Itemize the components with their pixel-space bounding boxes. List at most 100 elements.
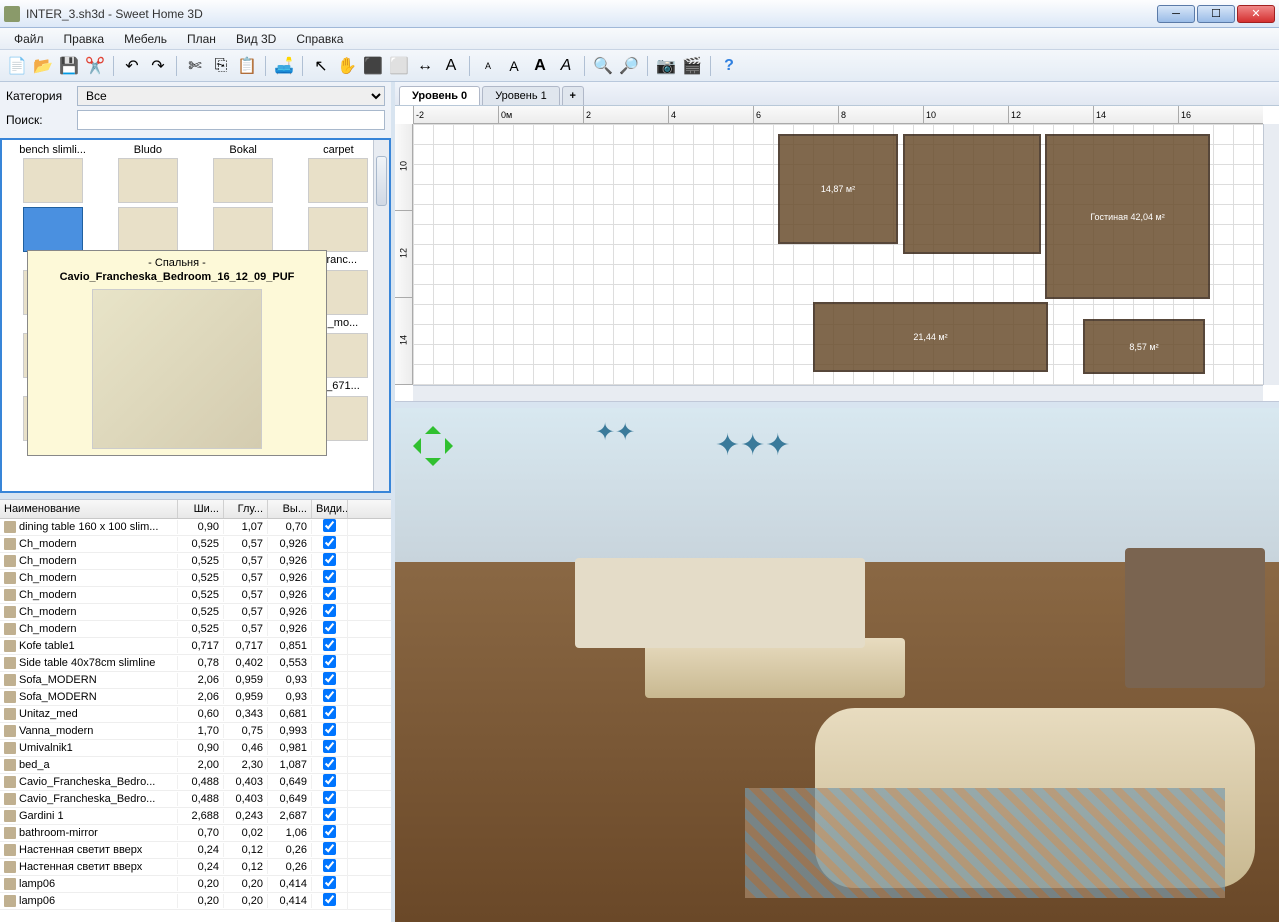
- visibility-checkbox[interactable]: [323, 791, 336, 804]
- visibility-checkbox[interactable]: [323, 706, 336, 719]
- catalog-item[interactable]: bench slimli...: [6, 144, 99, 205]
- minimize-button[interactable]: ─: [1157, 5, 1195, 23]
- help-icon[interactable]: ?: [718, 55, 740, 77]
- maximize-button[interactable]: ☐: [1197, 5, 1235, 23]
- cut-icon[interactable]: ✄: [184, 55, 206, 77]
- table-row[interactable]: Unitaz_med0,600,3430,681: [0, 706, 391, 723]
- menu-edit[interactable]: Правка: [56, 30, 113, 48]
- textsize-dec-icon[interactable]: A: [477, 55, 499, 77]
- text-icon[interactable]: A: [440, 55, 462, 77]
- plan-room[interactable]: [903, 134, 1041, 254]
- visibility-checkbox[interactable]: [323, 876, 336, 889]
- nav-right-icon[interactable]: [445, 438, 461, 454]
- search-input[interactable]: [77, 110, 385, 130]
- menu-plan[interactable]: План: [179, 30, 224, 48]
- table-row[interactable]: Side table 40x78cm slimline0,780,4020,55…: [0, 655, 391, 672]
- redo-icon[interactable]: ↷: [147, 55, 169, 77]
- add-furniture-icon[interactable]: 🛋️: [273, 55, 295, 77]
- plan-room[interactable]: Гостиная 42,04 м²: [1045, 134, 1210, 299]
- visibility-checkbox[interactable]: [323, 655, 336, 668]
- table-row[interactable]: Настенная светит вверх0,240,120,26: [0, 842, 391, 859]
- table-row[interactable]: Ch_modern0,5250,570,926: [0, 536, 391, 553]
- menu-3dview[interactable]: Вид 3D: [228, 30, 284, 48]
- undo-icon[interactable]: ↶: [121, 55, 143, 77]
- table-row[interactable]: Umivalnik10,900,460,981: [0, 740, 391, 757]
- textsize-inc-icon[interactable]: A: [503, 55, 525, 77]
- visibility-checkbox[interactable]: [323, 842, 336, 855]
- select-icon[interactable]: ↖: [310, 55, 332, 77]
- tab-level-0[interactable]: Уровень 0: [399, 86, 480, 105]
- table-row[interactable]: dining table 160 x 100 slim...0,901,070,…: [0, 519, 391, 536]
- visibility-checkbox[interactable]: [323, 621, 336, 634]
- visibility-checkbox[interactable]: [323, 570, 336, 583]
- video-icon[interactable]: 🎬: [681, 55, 703, 77]
- plan-area[interactable]: -20м246810121416 101214 14,87 м²Гостиная…: [395, 106, 1279, 402]
- nav-up-icon[interactable]: [425, 418, 441, 434]
- visibility-checkbox[interactable]: [323, 825, 336, 838]
- new-icon[interactable]: 📄: [6, 55, 28, 77]
- visibility-checkbox[interactable]: [323, 553, 336, 566]
- nav-3d-compass[interactable]: [405, 418, 461, 474]
- visibility-checkbox[interactable]: [323, 638, 336, 651]
- table-row[interactable]: Ch_modern0,5250,570,926: [0, 621, 391, 638]
- italic-icon[interactable]: A: [555, 55, 577, 77]
- dimension-icon[interactable]: ↔: [414, 55, 436, 77]
- table-row[interactable]: bed_a2,002,301,087: [0, 757, 391, 774]
- visibility-checkbox[interactable]: [323, 808, 336, 821]
- visibility-checkbox[interactable]: [323, 536, 336, 549]
- pan-icon[interactable]: ✋: [336, 55, 358, 77]
- catalog-item[interactable]: carpet: [292, 144, 385, 205]
- plan-scrollbar-h[interactable]: [413, 385, 1263, 401]
- view-3d[interactable]: ✦✦✦ ✦✦: [395, 408, 1279, 922]
- wall-icon[interactable]: ⬛: [362, 55, 384, 77]
- menu-help[interactable]: Справка: [288, 30, 351, 48]
- plan-scrollbar-v[interactable]: [1263, 124, 1279, 385]
- visibility-checkbox[interactable]: [323, 774, 336, 787]
- visibility-checkbox[interactable]: [323, 757, 336, 770]
- nav-down-icon[interactable]: [425, 458, 441, 474]
- visibility-checkbox[interactable]: [323, 587, 336, 600]
- plan-room[interactable]: 21,44 м²: [813, 302, 1048, 372]
- visibility-checkbox[interactable]: [323, 672, 336, 685]
- table-row[interactable]: Kofe table10,7170,7170,851: [0, 638, 391, 655]
- zoom-out-icon[interactable]: 🔎: [618, 55, 640, 77]
- table-row[interactable]: Ch_modern0,5250,570,926: [0, 604, 391, 621]
- plan-canvas[interactable]: 14,87 м²Гостиная 42,04 м²21,44 м²8,57 м²: [413, 124, 1263, 385]
- visibility-checkbox[interactable]: [323, 689, 336, 702]
- table-row[interactable]: Cavio_Francheska_Bedro...0,4880,4030,649: [0, 791, 391, 808]
- visibility-checkbox[interactable]: [323, 604, 336, 617]
- table-row[interactable]: bathroom-mirror0,700,021,06: [0, 825, 391, 842]
- menu-file[interactable]: Файл: [6, 30, 52, 48]
- table-row[interactable]: Ch_modern0,5250,570,926: [0, 587, 391, 604]
- paste-icon[interactable]: 📋: [236, 55, 258, 77]
- table-row[interactable]: Sofa_MODERN2,060,9590,93: [0, 672, 391, 689]
- close-button[interactable]: ✕: [1237, 5, 1275, 23]
- furniture-table-header[interactable]: Наименование Ши... Глу... Вы... Види...: [0, 500, 391, 519]
- save-icon[interactable]: 💾: [58, 55, 80, 77]
- room-icon[interactable]: ⬜: [388, 55, 410, 77]
- visibility-checkbox[interactable]: [323, 519, 336, 532]
- catalog-scrollbar[interactable]: [373, 140, 389, 491]
- catalog-item[interactable]: Bludo: [101, 144, 194, 205]
- catalog-item[interactable]: Bokal: [197, 144, 290, 205]
- table-row[interactable]: lamp060,200,200,414: [0, 876, 391, 893]
- open-icon[interactable]: 📂: [32, 55, 54, 77]
- visibility-checkbox[interactable]: [323, 893, 336, 906]
- table-row[interactable]: Ch_modern0,5250,570,926: [0, 553, 391, 570]
- zoom-in-icon[interactable]: 🔍: [592, 55, 614, 77]
- visibility-checkbox[interactable]: [323, 859, 336, 872]
- bold-icon[interactable]: A: [529, 55, 551, 77]
- category-select[interactable]: Все: [77, 86, 385, 106]
- tab-add-level[interactable]: +: [562, 86, 584, 105]
- table-row[interactable]: Настенная светит вверх0,240,120,26: [0, 859, 391, 876]
- table-row[interactable]: Gardini 12,6880,2432,687: [0, 808, 391, 825]
- prefs-icon[interactable]: ✂️: [84, 55, 106, 77]
- nav-left-icon[interactable]: [405, 438, 421, 454]
- visibility-checkbox[interactable]: [323, 723, 336, 736]
- table-row[interactable]: Ch_modern0,5250,570,926: [0, 570, 391, 587]
- table-row[interactable]: Sofa_MODERN2,060,9590,93: [0, 689, 391, 706]
- photo-icon[interactable]: 📷: [655, 55, 677, 77]
- plan-room[interactable]: 8,57 м²: [1083, 319, 1205, 374]
- menu-furniture[interactable]: Мебель: [116, 30, 175, 48]
- copy-icon[interactable]: ⎘: [210, 55, 232, 77]
